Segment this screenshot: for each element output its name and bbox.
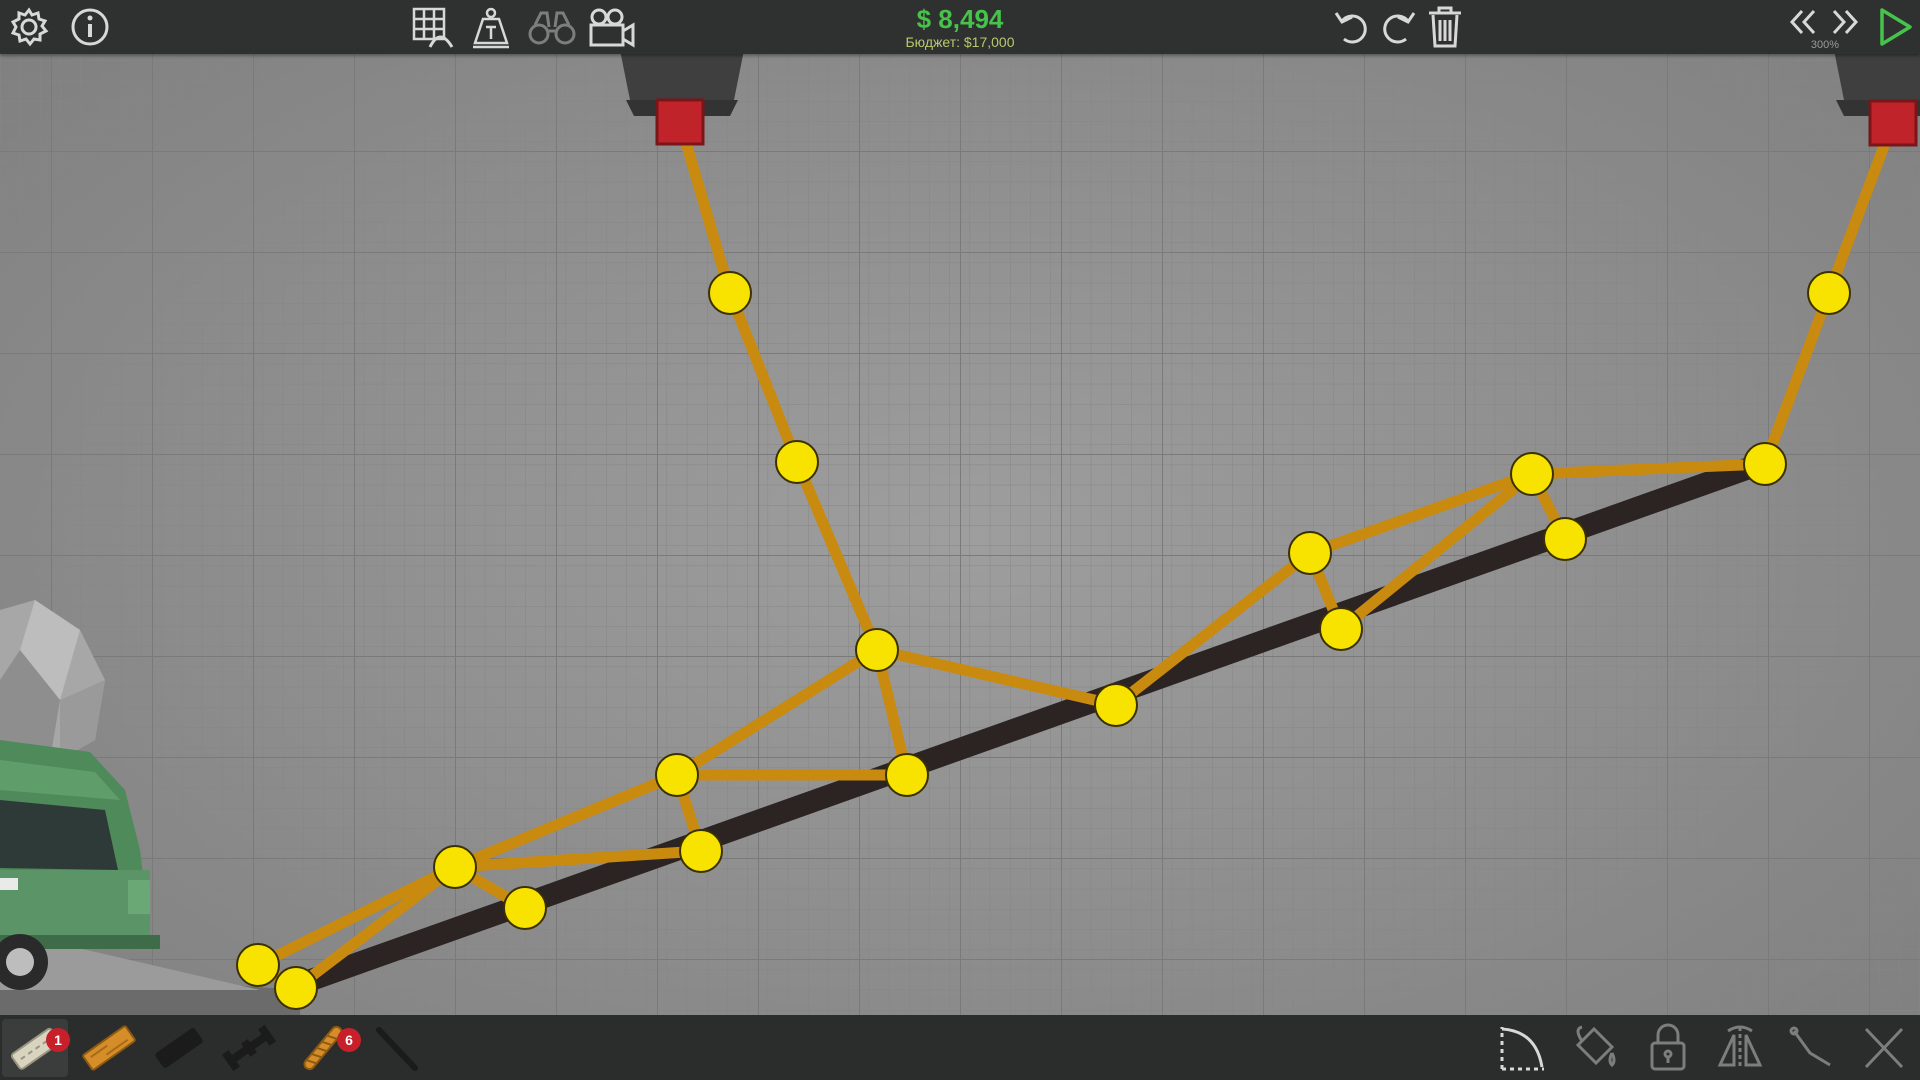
undo-icon[interactable] <box>1330 6 1374 48</box>
joint[interactable] <box>274 966 318 1010</box>
arc-tool-icon[interactable] <box>1494 1021 1550 1075</box>
trash-icon[interactable] <box>1423 4 1467 50</box>
material-wood-button[interactable] <box>76 1019 142 1077</box>
material-steel-button[interactable] <box>216 1019 282 1077</box>
grid-bridge-icon[interactable] <box>408 4 456 50</box>
joint[interactable] <box>503 886 547 930</box>
speed-label: 300% <box>1810 39 1840 51</box>
material-cable-button[interactable] <box>364 1019 430 1077</box>
joint[interactable] <box>885 753 929 797</box>
joint[interactable] <box>655 753 699 797</box>
close-icon[interactable] <box>1856 1021 1912 1075</box>
paint-bucket-icon[interactable] <box>1566 1021 1622 1075</box>
material-reinforced-road-button[interactable] <box>146 1019 212 1077</box>
joint[interactable] <box>1094 683 1138 727</box>
joint[interactable] <box>1743 442 1787 486</box>
budget-label: Бюджет: $17,000 <box>905 34 1015 50</box>
joint[interactable] <box>433 845 477 889</box>
anchor-left[interactable] <box>655 98 705 146</box>
joint[interactable] <box>855 628 899 672</box>
lock-icon[interactable] <box>1640 1021 1696 1075</box>
anchor-right[interactable] <box>1868 99 1918 147</box>
joint[interactable] <box>1319 607 1363 651</box>
gear-icon[interactable] <box>6 6 52 48</box>
money-display: $ 8,494 Бюджет: $17,000 <box>880 4 1040 50</box>
camera-icon[interactable] <box>586 4 638 50</box>
redo-icon[interactable] <box>1376 6 1420 48</box>
weight-icon[interactable] <box>467 4 515 50</box>
joint[interactable] <box>775 440 819 484</box>
material-road-count: 1 <box>46 1028 70 1052</box>
joint[interactable] <box>236 943 280 987</box>
joint[interactable] <box>1807 271 1851 315</box>
joint-cut-icon[interactable] <box>1784 1021 1840 1075</box>
material-hydraulic-count: 6 <box>337 1028 361 1052</box>
joint[interactable] <box>1543 517 1587 561</box>
level-canvas[interactable] <box>0 0 1920 1080</box>
play-icon[interactable] <box>1872 4 1916 50</box>
joint[interactable] <box>708 271 752 315</box>
binoculars-icon[interactable] <box>526 6 578 48</box>
joint[interactable] <box>1510 452 1554 496</box>
rewind-icon[interactable] <box>1784 4 1822 40</box>
top-toolbar: $ 8,494 Бюджет: $17,000 300% <box>0 0 1920 54</box>
mirror-icon[interactable] <box>1712 1021 1768 1075</box>
joint[interactable] <box>679 829 723 873</box>
info-icon[interactable] <box>67 6 113 48</box>
joint[interactable] <box>1288 531 1332 575</box>
fast-forward-icon[interactable] <box>1826 4 1864 40</box>
money-amount: $ 8,494 <box>916 4 1004 34</box>
bottom-toolbar: 1 6 <box>0 1015 1920 1080</box>
